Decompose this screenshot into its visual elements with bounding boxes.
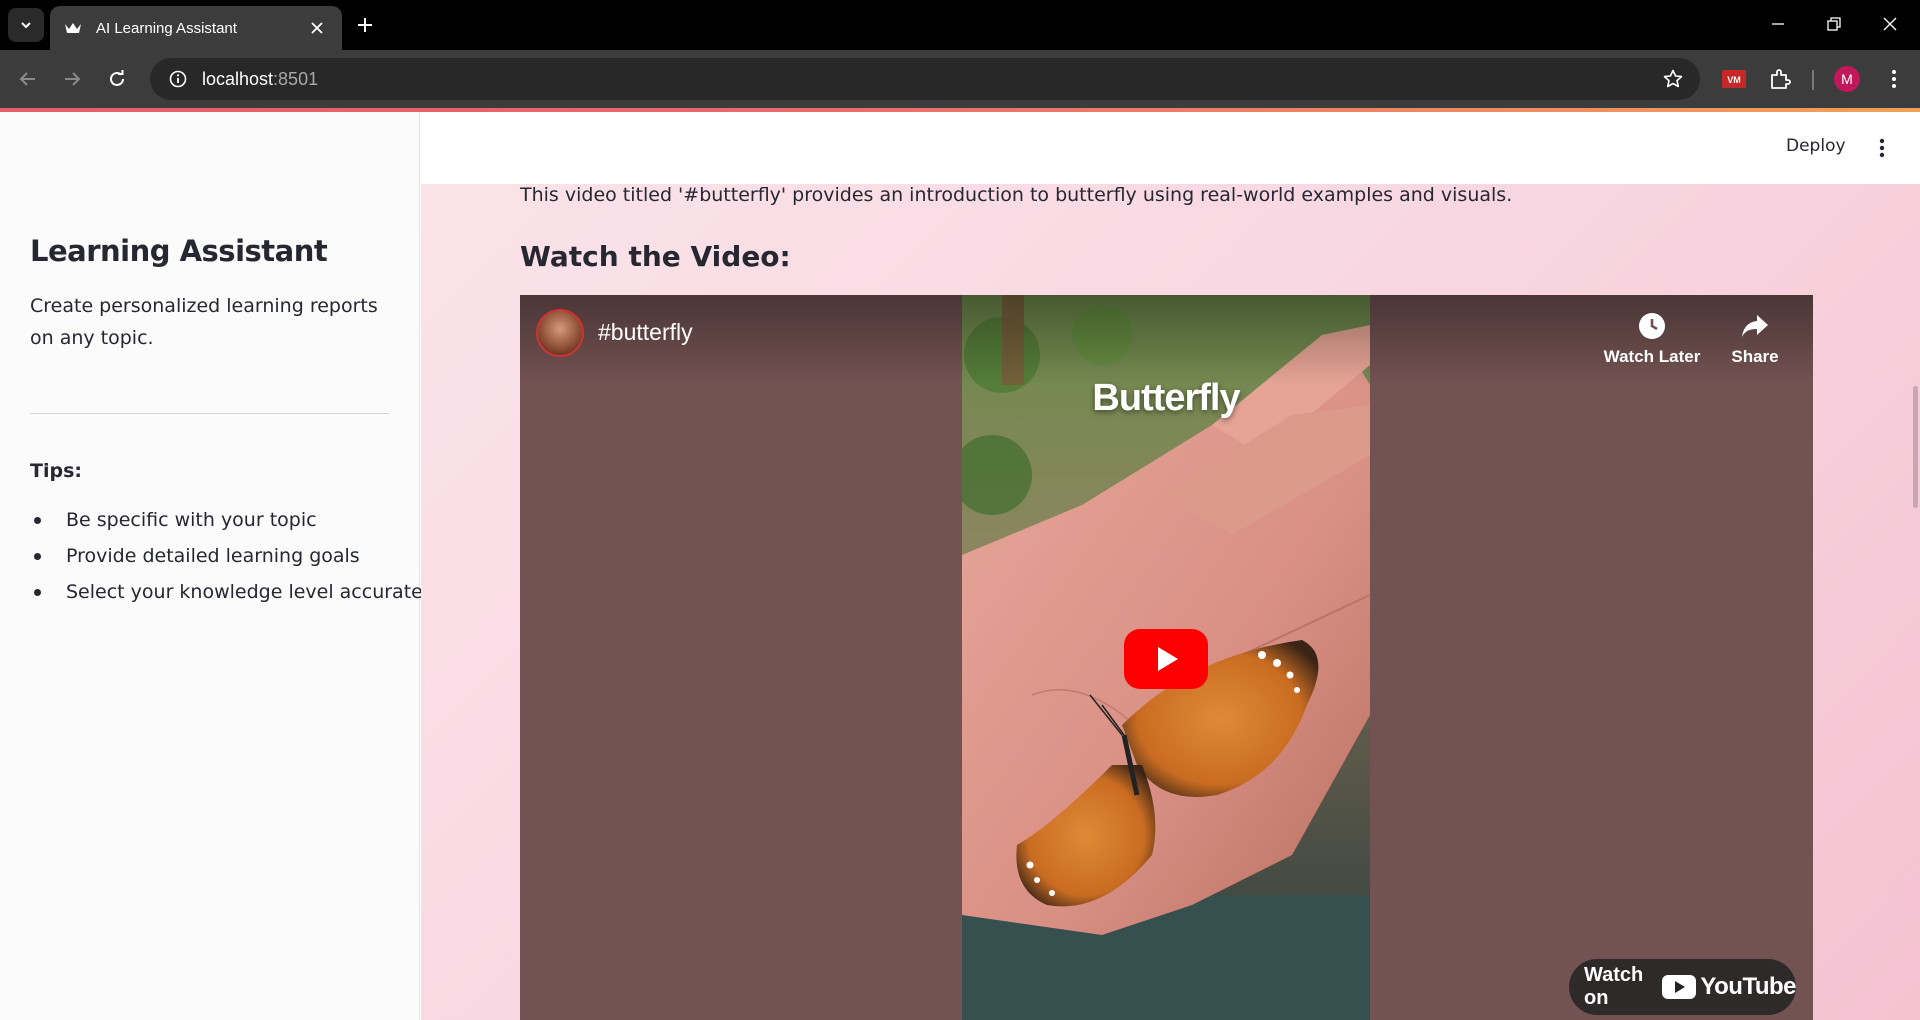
reload-button[interactable] [99,61,135,97]
close-icon[interactable] [306,17,328,39]
tips-list: Be specific with your topic Provide deta… [30,502,439,610]
puzzle-icon [1771,69,1791,89]
app-menu-button[interactable] [1867,132,1897,164]
browser-tab[interactable]: AI Learning Assistant [50,6,342,50]
watch-on-label: Watch on [1584,964,1644,1009]
scrollbar-thumb[interactable] [1913,386,1918,508]
share-label: Share [1731,347,1779,366]
watch-on-youtube-button[interactable]: Watch on YouTube [1569,959,1796,1015]
play-icon [1124,629,1208,689]
forward-button[interactable] [54,61,90,97]
svg-text:VM: VM [1727,75,1741,85]
back-button[interactable] [10,61,46,97]
minimize-icon [1772,23,1784,25]
browser-toolbar: localhost:8501 VM M [0,50,1920,108]
kebab-menu-icon [1892,70,1896,88]
list-item: Select your knowledge level accurately [30,574,439,610]
deploy-button[interactable]: Deploy [1786,136,1846,156]
watch-later-label: Watch Later [1603,347,1701,366]
channel-avatar[interactable] [536,309,584,357]
sidebar-title: Learning Assistant [30,234,328,268]
video-title[interactable]: #butterfly [598,319,693,346]
site-info-icon[interactable] [164,65,192,93]
chevron-down-icon [21,22,31,29]
share-icon [1700,309,1810,343]
close-window-button[interactable] [1862,0,1918,48]
restore-icon [1827,17,1841,31]
watch-later-button[interactable]: Watch Later [1597,309,1707,367]
share-button[interactable]: Share [1700,309,1810,367]
main-content: This video titled '#butterfly' provides … [421,112,1920,1020]
kebab-menu-icon [1879,138,1885,158]
toolbar-divider [1812,70,1814,90]
youtube-embed[interactable]: Butterfly #butterfly Watch Later Share W… [520,295,1813,1020]
close-icon [1883,17,1897,31]
reload-icon [110,70,124,86]
list-item: Be specific with your topic [30,502,439,538]
vm-extension-button[interactable]: VM [1716,61,1752,97]
app-header: Deploy [421,112,1920,184]
youtube-play-icon [1662,975,1697,999]
crown-icon [64,19,82,37]
youtube-wordmark: YouTube [1700,973,1796,1000]
browser-tab-strip: AI Learning Assistant [0,0,1920,50]
arrow-left-icon [19,72,35,86]
plus-icon [358,18,372,32]
star-icon[interactable] [1660,66,1686,92]
url-host: localhost [202,68,274,89]
profile-avatar[interactable]: M [1834,66,1860,92]
video-description: This video titled '#butterfly' provides … [520,184,1513,206]
watch-heading: Watch the Video: [520,240,791,273]
clock-icon [1597,309,1707,343]
sidebar: Learning Assistant Create personalized l… [0,112,439,1020]
vm-extension-icon: VM [1722,70,1746,88]
tab-search-button[interactable] [8,8,44,42]
address-bar[interactable]: localhost:8501 [150,58,1700,100]
sidebar-description: Create personalized learning reports on … [30,295,378,349]
video-overlay-title: Butterfly [1092,377,1240,419]
new-tab-button[interactable] [350,10,380,40]
url-port: :8501 [273,68,319,89]
tips-heading: Tips: [30,460,82,482]
extensions-button[interactable] [1762,61,1798,97]
sidebar-divider [30,413,389,414]
youtube-logo: YouTube [1662,973,1796,1001]
play-button[interactable] [1124,629,1208,689]
minimize-button[interactable] [1750,0,1806,48]
browser-menu-button[interactable] [1876,61,1912,97]
list-item: Provide detailed learning goals [30,538,439,574]
arrow-right-icon [65,72,81,86]
tab-title: AI Learning Assistant [96,19,237,37]
restore-button[interactable] [1806,0,1862,48]
